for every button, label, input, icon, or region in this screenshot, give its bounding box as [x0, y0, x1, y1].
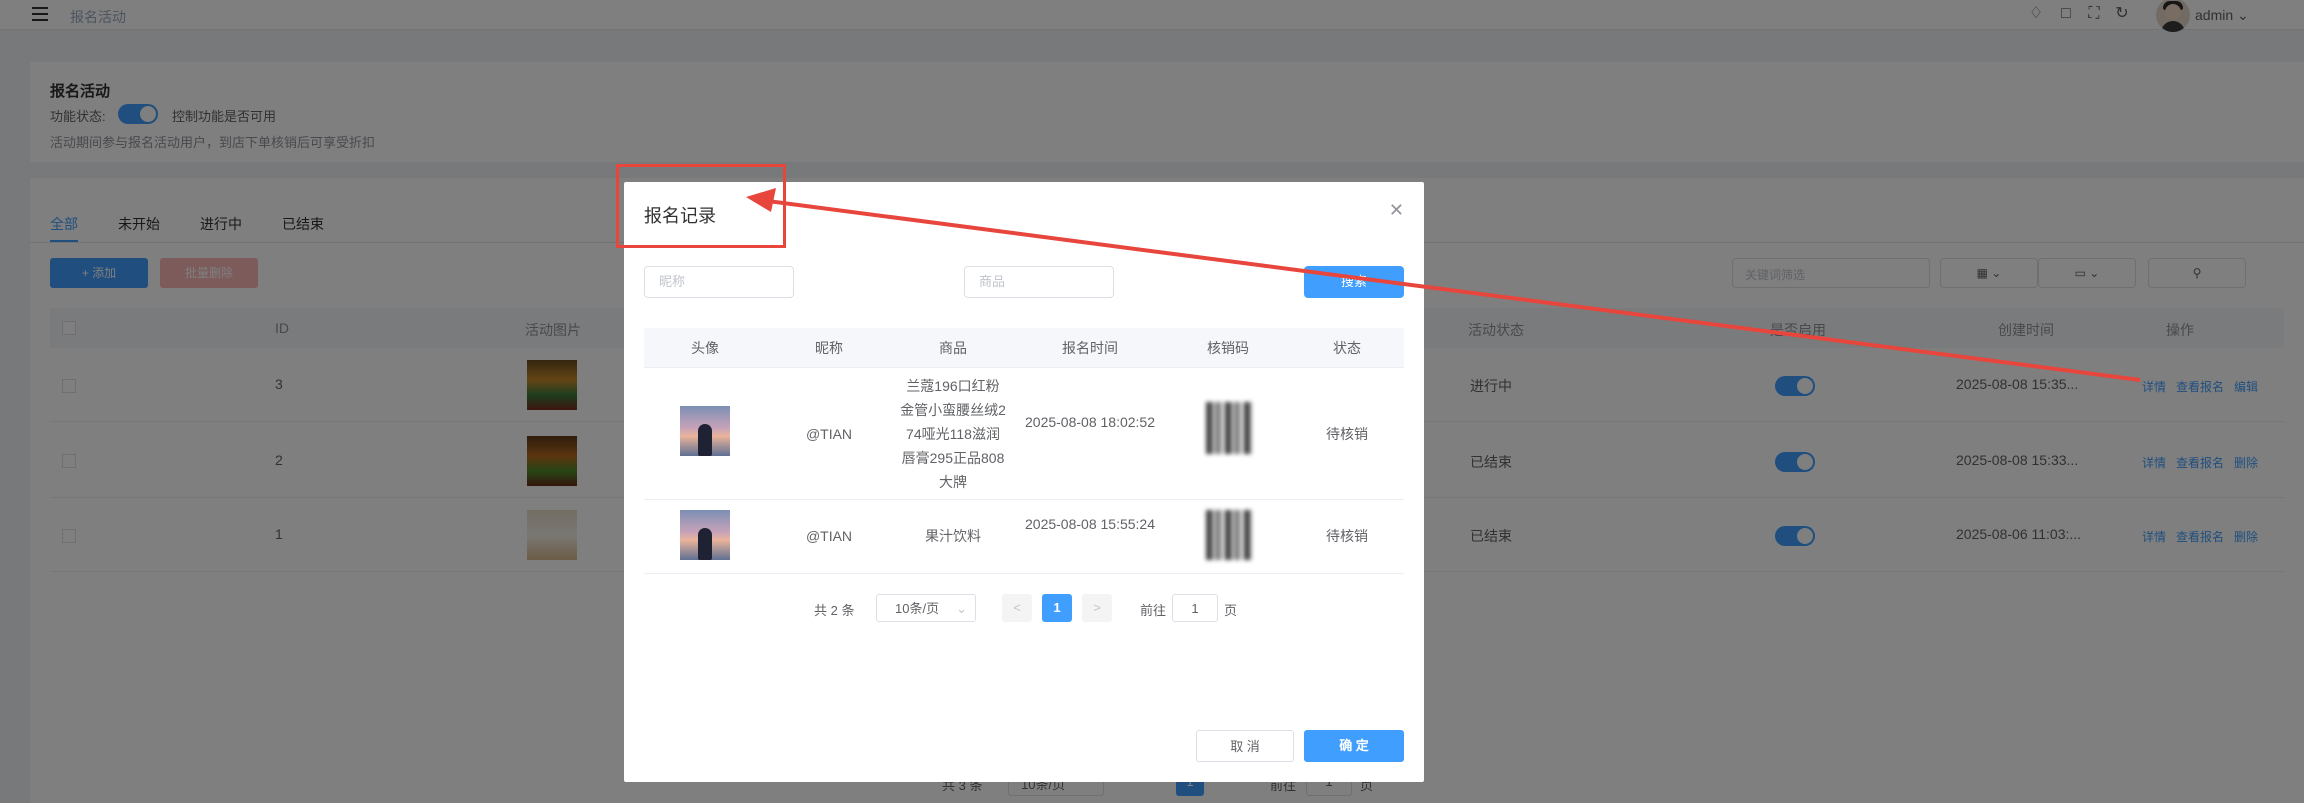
annotation-arrow — [746, 188, 2141, 382]
